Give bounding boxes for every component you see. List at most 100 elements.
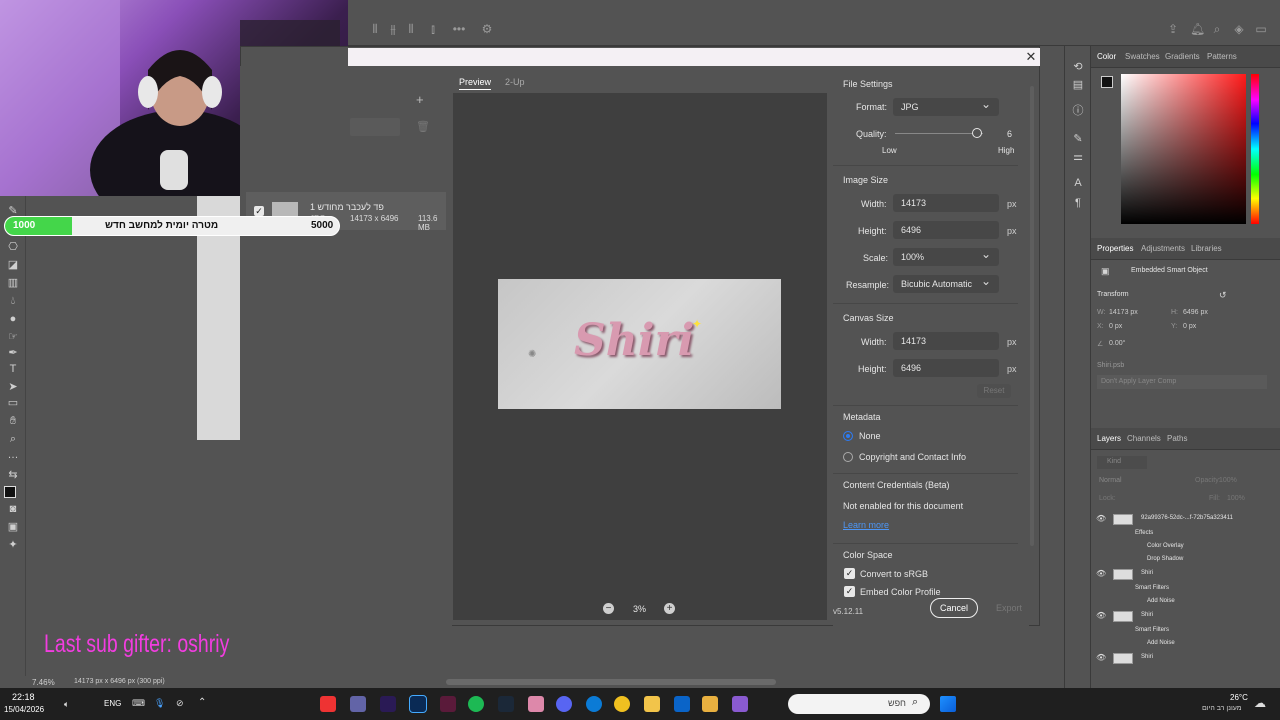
canvas-height-input[interactable]: 6496: [893, 359, 999, 377]
screen-mode-icon[interactable]: ▣: [6, 520, 20, 534]
blur-tool-icon[interactable]: 💧︎: [6, 294, 20, 308]
foreground-swatch[interactable]: [1101, 76, 1113, 88]
quality-slider-track[interactable]: [895, 133, 983, 134]
horizontal-scrollbar[interactable]: [446, 679, 776, 685]
app-icon-8[interactable]: [528, 696, 544, 712]
path-select-tool-icon[interactable]: ➤: [6, 380, 20, 394]
teams-icon[interactable]: [350, 696, 366, 712]
metadata-copyright-radio[interactable]: [843, 452, 853, 462]
clock-date[interactable]: 15/04/2026: [4, 705, 44, 714]
outlook-icon[interactable]: [674, 696, 690, 712]
file-explorer-icon[interactable]: [644, 696, 660, 712]
steam-icon[interactable]: [498, 696, 514, 712]
tray-overflow-icon[interactable]: ⌃: [198, 697, 206, 708]
premiere-icon[interactable]: [380, 696, 396, 712]
layer-kind-filter[interactable]: Kind: [1097, 456, 1147, 469]
close-icon[interactable]: ✕: [1024, 50, 1038, 64]
search-icon[interactable]: ⌕: [1210, 22, 1224, 36]
panel-layout-icon[interactable]: ▭: [1254, 22, 1268, 36]
canvas-width-input[interactable]: 14173: [893, 332, 999, 350]
layer-effect-row[interactable]: Smart Filters: [1091, 583, 1277, 596]
settings-scrollbar[interactable]: [1030, 86, 1034, 546]
tab-color[interactable]: Color: [1097, 52, 1116, 61]
align-left-icon[interactable]: ⫴: [368, 22, 382, 36]
trash-icon[interactable]: 🗑︎: [416, 120, 430, 133]
app-icon-1[interactable]: [320, 696, 336, 712]
info-icon[interactable]: ⓘ: [1071, 104, 1085, 118]
type-tool-icon[interactable]: T: [6, 362, 20, 376]
layer-row[interactable]: 👁︎ Shiri: [1091, 651, 1277, 667]
layer-effect-row[interactable]: Add Noise: [1091, 596, 1277, 609]
edge-icon[interactable]: [586, 696, 602, 712]
tab-2-up[interactable]: 2-Up: [505, 77, 525, 87]
keyboard-icon[interactable]: ⌨︎: [132, 698, 145, 709]
spotify-icon[interactable]: [468, 696, 484, 712]
bell-icon[interactable]: 🔔︎: [1190, 22, 1205, 36]
h-value[interactable]: 6496 px: [1183, 309, 1208, 316]
angle-value[interactable]: 0.00°: [1109, 340, 1125, 347]
start-icon[interactable]: [940, 696, 956, 712]
visibility-eye-icon[interactable]: 👁︎: [1096, 653, 1106, 662]
blend-mode-select[interactable]: Normal: [1099, 477, 1122, 484]
align-right-icon[interactable]: ⫴: [404, 22, 418, 36]
layer-effect-row[interactable]: Drop Shadow: [1091, 554, 1277, 567]
adjust-icon[interactable]: ⚌: [1071, 150, 1085, 164]
quality-slider-handle[interactable]: [971, 128, 982, 138]
learn-more-link[interactable]: Learn more: [843, 520, 889, 530]
history-icon[interactable]: ⟲: [1071, 60, 1085, 74]
embed-profile-checkbox[interactable]: ✓: [844, 586, 855, 597]
tab-layers[interactable]: Layers: [1097, 434, 1121, 443]
layer-effect-row[interactable]: Effects: [1091, 528, 1277, 541]
layer-row[interactable]: 👁︎ Shiri: [1091, 567, 1277, 583]
photoshop-icon[interactable]: [409, 695, 427, 713]
swap-colors-icon[interactable]: ⇆: [6, 468, 20, 482]
format-select[interactable]: JPG: [893, 95, 999, 116]
layer-row[interactable]: 👁︎ Shiri: [1091, 609, 1277, 625]
speaker-icon[interactable]: 🔈︎: [64, 699, 69, 710]
tab-preview[interactable]: Preview: [459, 77, 492, 90]
gear-icon[interactable]: ⚙: [480, 22, 494, 36]
fill-value[interactable]: 100%: [1227, 495, 1245, 502]
scale-select[interactable]: 100%: [893, 245, 999, 266]
tab-libraries[interactable]: Libraries: [1191, 244, 1222, 253]
smudge-tool-icon[interactable]: ☞: [6, 330, 20, 344]
pen-tool-icon[interactable]: ✒: [6, 346, 20, 360]
weather-desc[interactable]: מעונן רב היום: [1202, 705, 1242, 712]
discord-icon[interactable]: [556, 696, 572, 712]
layer-row[interactable]: 👁︎ 92a99376-52dc-...f-72b75a323411: [1091, 512, 1277, 528]
visibility-eye-icon[interactable]: 👁︎: [1096, 569, 1106, 578]
tab-swatches[interactable]: Swatches: [1125, 52, 1160, 61]
zoom-tool-icon[interactable]: ⌕: [6, 432, 20, 446]
reset-button[interactable]: Reset: [977, 384, 1011, 398]
input-language[interactable]: ENG: [104, 699, 121, 708]
w-value[interactable]: 14173 px: [1109, 309, 1138, 316]
reset-transform-icon[interactable]: ↺: [1219, 290, 1227, 301]
store-icon[interactable]: [702, 696, 718, 712]
hand-tool-icon[interactable]: ✋︎: [6, 414, 20, 428]
tab-patterns[interactable]: Patterns: [1207, 52, 1237, 61]
generative-icon[interactable]: ✦: [6, 538, 20, 552]
stamp-tool-icon[interactable]: ⎔: [6, 240, 20, 254]
visibility-eye-icon[interactable]: 👁︎: [1096, 514, 1106, 523]
distribute-icon[interactable]: ⫾: [426, 22, 440, 36]
dodge-tool-icon[interactable]: ●: [6, 312, 20, 326]
tab-channels[interactable]: Channels: [1127, 434, 1161, 443]
metadata-none-radio[interactable]: [843, 431, 853, 441]
zoom-out-icon[interactable]: −: [603, 603, 614, 614]
hue-slider[interactable]: [1251, 74, 1259, 224]
x-value[interactable]: 0 px: [1109, 323, 1122, 330]
more-tools-icon[interactable]: …: [6, 448, 20, 462]
rectangle-tool-icon[interactable]: ▭: [6, 396, 20, 410]
resample-select[interactable]: Bicubic Automatic: [893, 272, 999, 293]
y-value[interactable]: 0 px: [1183, 323, 1196, 330]
image-height-input[interactable]: 6496: [893, 221, 999, 239]
layer-effect-row[interactable]: Color Overlay: [1091, 541, 1277, 554]
asset-checkbox[interactable]: ✓: [254, 206, 264, 216]
layer-comp-select[interactable]: Don't Apply Layer Comp: [1097, 375, 1267, 389]
color-picker-field[interactable]: [1121, 74, 1246, 224]
share-icon[interactable]: ⇪: [1166, 22, 1180, 36]
paragraph-icon[interactable]: ¶: [1071, 196, 1085, 210]
layer-effect-row[interactable]: Smart Filters: [1091, 625, 1277, 638]
convert-srgb-checkbox[interactable]: ✓: [844, 568, 855, 579]
tab-gradients[interactable]: Gradients: [1165, 52, 1200, 61]
